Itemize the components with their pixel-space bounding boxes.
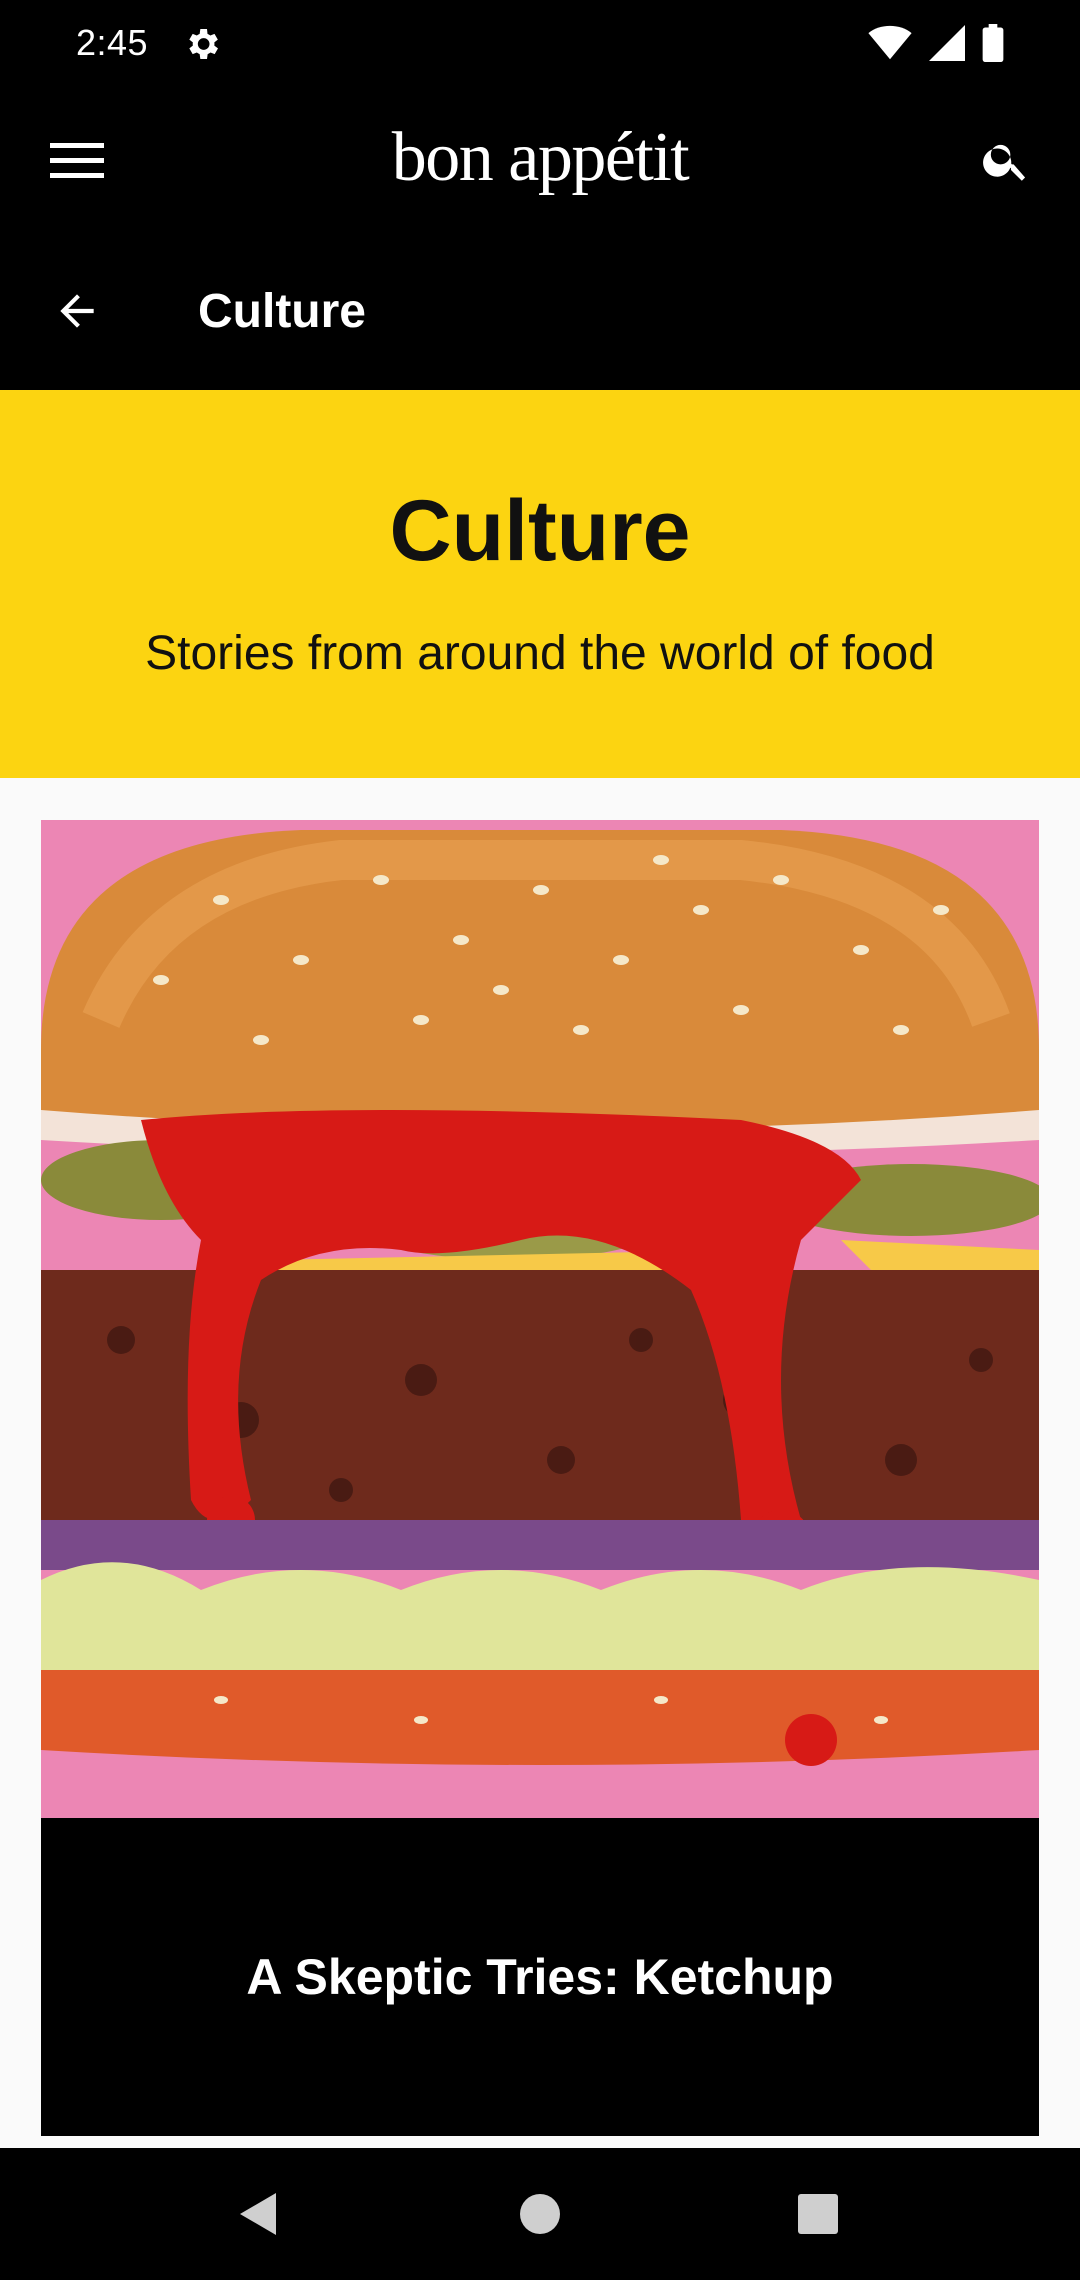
home-nav-icon[interactable] xyxy=(510,2184,570,2244)
arrow-back-icon[interactable] xyxy=(46,280,108,342)
back-nav-icon[interactable] xyxy=(228,2184,288,2244)
wifi-icon xyxy=(868,25,912,66)
category-hero: Culture Stories from around the world of… xyxy=(0,390,1080,778)
signal-icon xyxy=(928,25,966,66)
article-title[interactable]: A Skeptic Tries: Ketchup xyxy=(41,1948,1039,2006)
section-title: Culture xyxy=(198,285,366,338)
burger-with-ketchup-photo[interactable] xyxy=(41,820,1039,1818)
recents-nav-icon[interactable] xyxy=(788,2184,848,2244)
app-bar: bon appétit xyxy=(0,90,1080,230)
search-icon[interactable] xyxy=(974,128,1038,192)
article-card[interactable]: A Skeptic Tries: Ketchup xyxy=(41,820,1039,2136)
system-nav-bar xyxy=(0,2148,1080,2280)
battery-icon xyxy=(982,24,1004,67)
status-bar: 2:45 xyxy=(0,0,1080,90)
brand-logo[interactable]: bon appétit xyxy=(0,118,1080,198)
section-bar: Culture xyxy=(0,230,1080,390)
settings-icon xyxy=(182,24,222,64)
hero-title: Culture xyxy=(389,483,691,579)
status-time: 2:45 xyxy=(76,22,149,63)
hero-subtitle: Stories from around the world of food xyxy=(145,627,935,680)
content-area: A Skeptic Tries: Ketchup xyxy=(0,778,1080,2148)
status-icons xyxy=(868,24,1004,67)
